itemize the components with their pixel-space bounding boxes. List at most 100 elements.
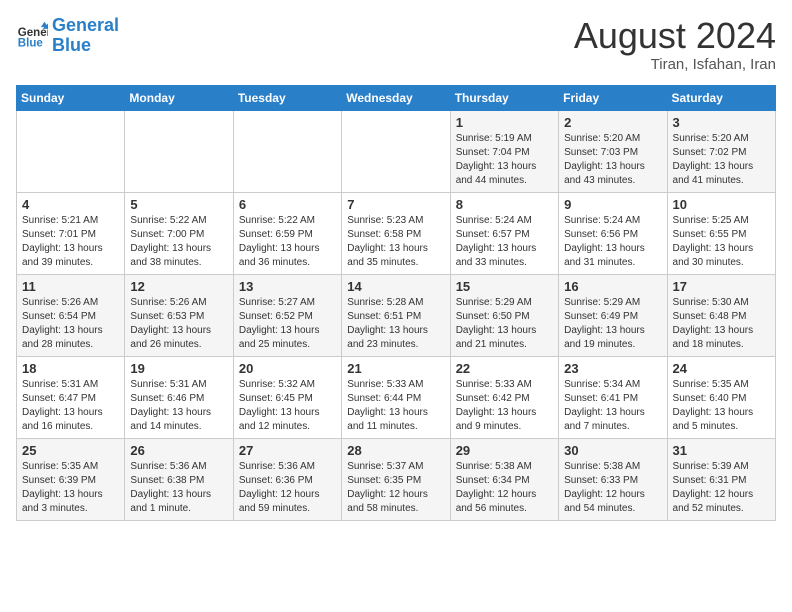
day-info: Sunrise: 5:22 AM Sunset: 7:00 PM Dayligh… xyxy=(130,214,227,270)
calendar-cell: 6 Sunrise: 5:22 AM Sunset: 6:59 PM Daylig… xyxy=(233,192,341,274)
day-number: 27 xyxy=(239,443,336,458)
calendar-cell: 8 Sunrise: 5:24 AM Sunset: 6:57 PM Daylig… xyxy=(450,192,558,274)
day-info: Sunrise: 5:24 AM Sunset: 6:57 PM Dayligh… xyxy=(456,214,553,270)
weekday-header: Thursday xyxy=(450,85,558,110)
day-number: 30 xyxy=(564,443,661,458)
svg-text:Blue: Blue xyxy=(18,37,44,49)
calendar-table: SundayMondayTuesdayWednesdayThursdayFrid… xyxy=(16,85,776,521)
calendar-cell: 2 Sunrise: 5:20 AM Sunset: 7:03 PM Daylig… xyxy=(559,110,667,192)
calendar-cell: 15Sunrise: 5:29 AM Sunset: 6:50 PM Dayli… xyxy=(450,274,558,356)
calendar-title: August 2024 xyxy=(574,16,776,56)
day-number: 12 xyxy=(130,279,227,294)
logo-text: General xyxy=(52,16,119,36)
calendar-cell: 19 Sunrise: 5:31 AM Sunset: 6:46 PM Dayli… xyxy=(125,356,233,438)
weekday-header: Friday xyxy=(559,85,667,110)
day-info: Sunrise: 5:29 AM Sunset: 6:49 PM Dayligh… xyxy=(564,296,661,352)
logo-icon: General Blue xyxy=(16,20,48,52)
day-info: Sunrise: 5:20 AM Sunset: 7:03 PM Dayligh… xyxy=(564,132,661,188)
day-info: Sunrise: 5:36 AM Sunset: 6:38 PM Dayligh… xyxy=(130,460,227,516)
calendar-cell: 11Sunrise: 5:26 AM Sunset: 6:54 PM Dayli… xyxy=(17,274,125,356)
day-number: 29 xyxy=(456,443,553,458)
day-info: Sunrise: 5:36 AM Sunset: 6:36 PM Dayligh… xyxy=(239,460,336,516)
calendar-cell: 21Sunrise: 5:33 AM Sunset: 6:44 PM Dayli… xyxy=(342,356,450,438)
day-number: 5 xyxy=(130,197,227,212)
day-info: Sunrise: 5:21 AM Sunset: 7:01 PM Dayligh… xyxy=(22,214,119,270)
day-info: Sunrise: 5:34 AM Sunset: 6:41 PM Dayligh… xyxy=(564,378,661,434)
day-number: 17 xyxy=(673,279,770,294)
calendar-cell: 3Sunrise: 5:20 AM Sunset: 7:02 PM Daylig… xyxy=(667,110,775,192)
calendar-week-row: 25Sunrise: 5:35 AM Sunset: 6:39 PM Dayli… xyxy=(17,438,776,520)
day-info: Sunrise: 5:38 AM Sunset: 6:33 PM Dayligh… xyxy=(564,460,661,516)
calendar-cell: 18Sunrise: 5:31 AM Sunset: 6:47 PM Dayli… xyxy=(17,356,125,438)
calendar-cell: 29 Sunrise: 5:38 AM Sunset: 6:34 PM Dayli… xyxy=(450,438,558,520)
calendar-subtitle: Tiran, Isfahan, Iran xyxy=(574,56,776,73)
day-info: Sunrise: 5:37 AM Sunset: 6:35 PM Dayligh… xyxy=(347,460,444,516)
day-info: Sunrise: 5:38 AM Sunset: 6:34 PM Dayligh… xyxy=(456,460,553,516)
calendar-cell: 28 Sunrise: 5:37 AM Sunset: 6:35 PM Dayli… xyxy=(342,438,450,520)
day-number: 7 xyxy=(347,197,444,212)
weekday-header: Sunday xyxy=(17,85,125,110)
day-info: Sunrise: 5:32 AM Sunset: 6:45 PM Dayligh… xyxy=(239,378,336,434)
weekday-header-row: SundayMondayTuesdayWednesdayThursdayFrid… xyxy=(17,85,776,110)
day-number: 13 xyxy=(239,279,336,294)
day-number: 2 xyxy=(564,115,661,130)
day-info: Sunrise: 5:29 AM Sunset: 6:50 PM Dayligh… xyxy=(456,296,553,352)
day-info: Sunrise: 5:22 AM Sunset: 6:59 PM Dayligh… xyxy=(239,214,336,270)
day-number: 14 xyxy=(347,279,444,294)
day-number: 1 xyxy=(456,115,553,130)
day-info: Sunrise: 5:24 AM Sunset: 6:56 PM Dayligh… xyxy=(564,214,661,270)
day-number: 4 xyxy=(22,197,119,212)
calendar-cell: 30 Sunrise: 5:38 AM Sunset: 6:33 PM Dayli… xyxy=(559,438,667,520)
logo-text2: Blue xyxy=(52,36,119,56)
calendar-cell: 5 Sunrise: 5:22 AM Sunset: 7:00 PM Daylig… xyxy=(125,192,233,274)
weekday-header: Tuesday xyxy=(233,85,341,110)
day-number: 9 xyxy=(564,197,661,212)
calendar-week-row: 4 Sunrise: 5:21 AM Sunset: 7:01 PM Daylig… xyxy=(17,192,776,274)
calendar-cell: 4 Sunrise: 5:21 AM Sunset: 7:01 PM Daylig… xyxy=(17,192,125,274)
day-info: Sunrise: 5:33 AM Sunset: 6:42 PM Dayligh… xyxy=(456,378,553,434)
title-block: August 2024 Tiran, Isfahan, Iran xyxy=(574,16,776,73)
day-info: Sunrise: 5:39 AM Sunset: 6:31 PM Dayligh… xyxy=(673,460,770,516)
calendar-cell xyxy=(233,110,341,192)
day-number: 6 xyxy=(239,197,336,212)
calendar-cell: 24 Sunrise: 5:35 AM Sunset: 6:40 PM Dayli… xyxy=(667,356,775,438)
day-info: Sunrise: 5:26 AM Sunset: 6:53 PM Dayligh… xyxy=(130,296,227,352)
weekday-header: Saturday xyxy=(667,85,775,110)
day-number: 8 xyxy=(456,197,553,212)
calendar-cell: 1Sunrise: 5:19 AM Sunset: 7:04 PM Daylig… xyxy=(450,110,558,192)
day-info: Sunrise: 5:26 AM Sunset: 6:54 PM Dayligh… xyxy=(22,296,119,352)
day-info: Sunrise: 5:27 AM Sunset: 6:52 PM Dayligh… xyxy=(239,296,336,352)
day-info: Sunrise: 5:28 AM Sunset: 6:51 PM Dayligh… xyxy=(347,296,444,352)
calendar-cell: 23 Sunrise: 5:34 AM Sunset: 6:41 PM Dayli… xyxy=(559,356,667,438)
calendar-cell: 25Sunrise: 5:35 AM Sunset: 6:39 PM Dayli… xyxy=(17,438,125,520)
calendar-cell: 17 Sunrise: 5:30 AM Sunset: 6:48 PM Dayli… xyxy=(667,274,775,356)
day-number: 31 xyxy=(673,443,770,458)
day-number: 3 xyxy=(673,115,770,130)
day-info: Sunrise: 5:35 AM Sunset: 6:40 PM Dayligh… xyxy=(673,378,770,434)
day-number: 28 xyxy=(347,443,444,458)
day-number: 24 xyxy=(673,361,770,376)
day-number: 20 xyxy=(239,361,336,376)
calendar-cell: 31 Sunrise: 5:39 AM Sunset: 6:31 PM Dayli… xyxy=(667,438,775,520)
calendar-cell: 14 Sunrise: 5:28 AM Sunset: 6:51 PM Dayli… xyxy=(342,274,450,356)
calendar-cell: 12 Sunrise: 5:26 AM Sunset: 6:53 PM Dayli… xyxy=(125,274,233,356)
calendar-cell: 22 Sunrise: 5:33 AM Sunset: 6:42 PM Dayli… xyxy=(450,356,558,438)
calendar-cell xyxy=(125,110,233,192)
day-info: Sunrise: 5:30 AM Sunset: 6:48 PM Dayligh… xyxy=(673,296,770,352)
logo: General Blue General Blue xyxy=(16,16,119,56)
day-number: 25 xyxy=(22,443,119,458)
day-number: 22 xyxy=(456,361,553,376)
calendar-cell: 20 Sunrise: 5:32 AM Sunset: 6:45 PM Dayli… xyxy=(233,356,341,438)
day-number: 10 xyxy=(673,197,770,212)
weekday-header: Wednesday xyxy=(342,85,450,110)
weekday-header: Monday xyxy=(125,85,233,110)
day-number: 19 xyxy=(130,361,227,376)
day-number: 23 xyxy=(564,361,661,376)
day-info: Sunrise: 5:31 AM Sunset: 6:46 PM Dayligh… xyxy=(130,378,227,434)
day-number: 26 xyxy=(130,443,227,458)
calendar-cell: 26 Sunrise: 5:36 AM Sunset: 6:38 PM Dayli… xyxy=(125,438,233,520)
day-info: Sunrise: 5:31 AM Sunset: 6:47 PM Dayligh… xyxy=(22,378,119,434)
calendar-cell: 9 Sunrise: 5:24 AM Sunset: 6:56 PM Daylig… xyxy=(559,192,667,274)
calendar-cell: 27 Sunrise: 5:36 AM Sunset: 6:36 PM Dayli… xyxy=(233,438,341,520)
day-number: 16 xyxy=(564,279,661,294)
